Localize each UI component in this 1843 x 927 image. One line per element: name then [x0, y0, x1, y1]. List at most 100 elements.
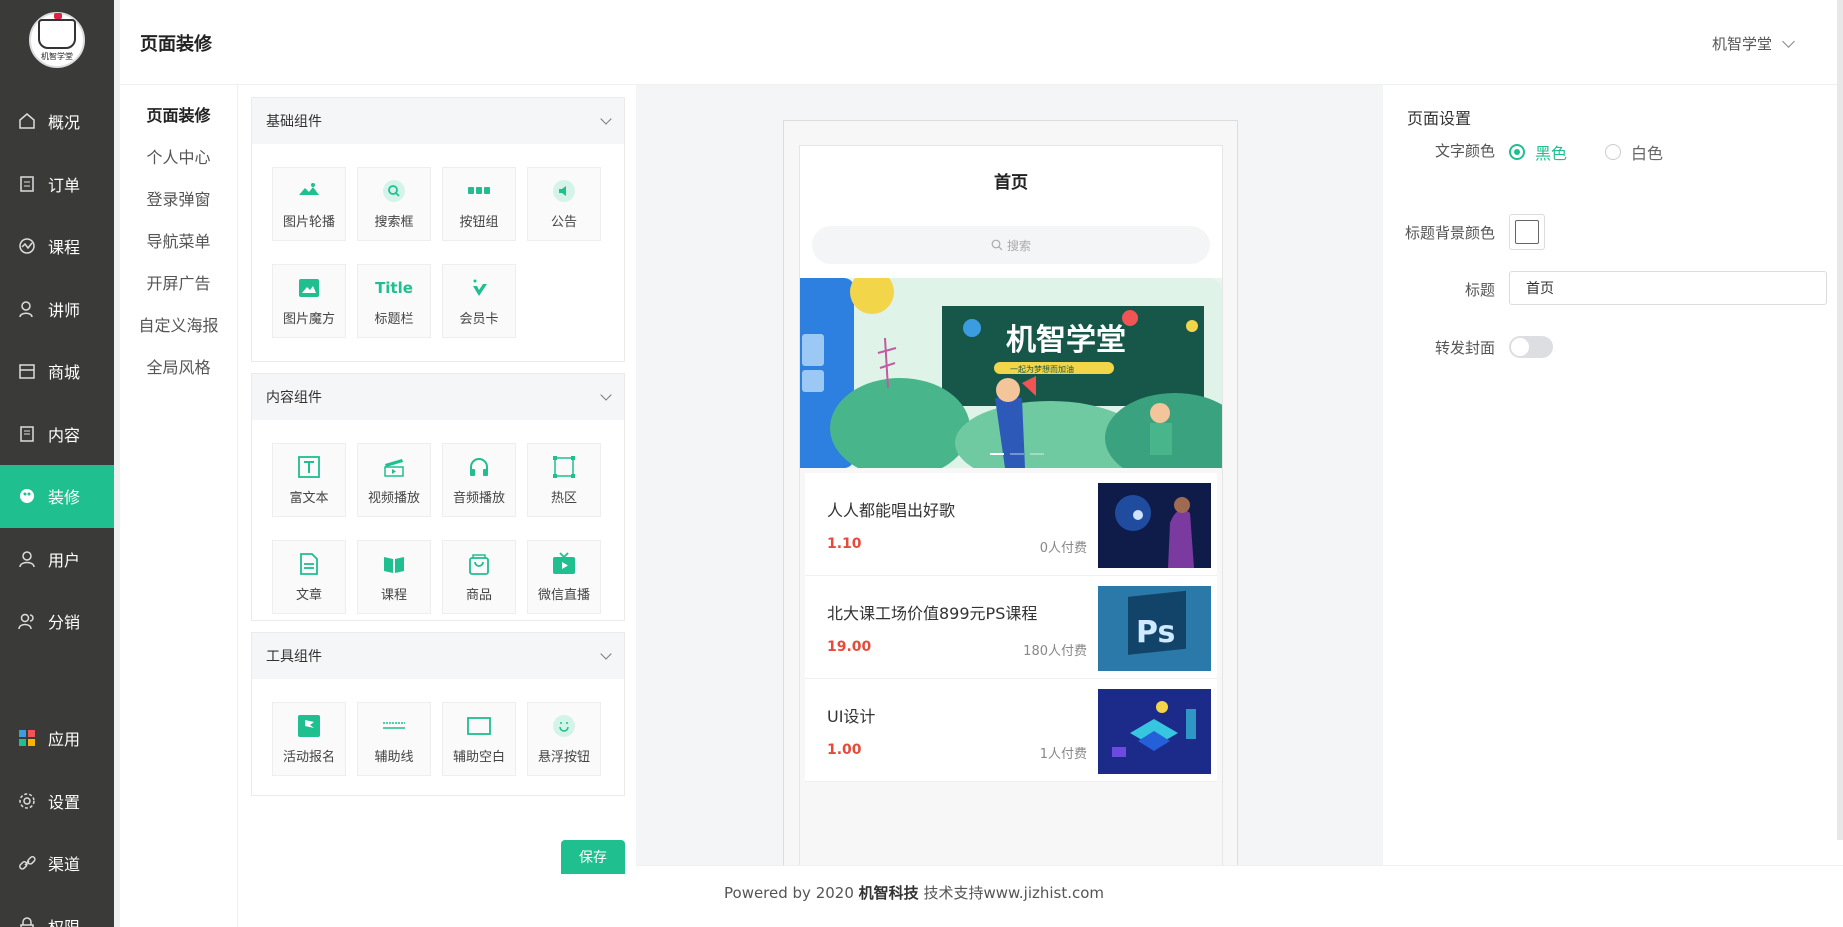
- book-icon: [384, 556, 404, 573]
- course-price: 1.00: [827, 742, 862, 758]
- course-thumbnail-singer: [1098, 483, 1211, 568]
- nav-label: 用户: [48, 550, 81, 570]
- decorate-subnav: 页面装修 个人中心 登录弹窗 导航菜单 开屏广告 自定义海报 全局风格: [120, 85, 238, 927]
- nav-item-channels[interactable]: 渠道: [0, 832, 114, 895]
- nav-label: 权限: [48, 914, 80, 927]
- tile-member-card[interactable]: 会员卡: [442, 264, 516, 338]
- nav-item-courses[interactable]: 课程: [0, 215, 114, 278]
- subnav-splash-ad[interactable]: 开屏广告: [120, 261, 237, 303]
- tile-divider-line[interactable]: 辅助线: [357, 702, 431, 776]
- nav-item-orders[interactable]: 订单: [0, 153, 114, 216]
- course-thumbnail-ui: [1098, 689, 1211, 774]
- group-title: 基础组件: [266, 114, 322, 130]
- crest-icon: [38, 12, 76, 49]
- tile-label: 文章: [295, 587, 322, 603]
- tile-image-cube[interactable]: 图片魔方: [272, 264, 346, 338]
- tile-product[interactable]: 商品: [442, 540, 516, 614]
- tile-label: 课程: [380, 587, 407, 603]
- subnav-custom-poster[interactable]: 自定义海报: [120, 303, 237, 345]
- tile-hotspot[interactable]: 热区: [527, 443, 601, 517]
- page-title: 页面装修: [140, 34, 212, 55]
- page-scrollbar[interactable]: [1837, 0, 1843, 840]
- nav-item-decorate[interactable]: 装修: [0, 465, 114, 528]
- svg-text:Ps: Ps: [1136, 615, 1175, 650]
- tile-label: 公告: [550, 214, 577, 230]
- tile-title-bar[interactable]: Title 标题栏: [357, 264, 431, 338]
- bottom-nav: 应用 设置 渠道 权限: [0, 707, 114, 927]
- user-icon: [19, 551, 35, 567]
- group-header[interactable]: 基础组件: [252, 98, 624, 144]
- share-cover-toggle[interactable]: [1509, 336, 1553, 358]
- nav-item-apps[interactable]: 应用: [0, 707, 114, 770]
- footer: Powered by 2020 机智科技 技术支持www.jizhist.com: [636, 865, 1843, 927]
- top-header: 页面装修 机智学堂: [120, 0, 1843, 85]
- course-name: 北大课工场价值899元PS课程: [827, 604, 1038, 623]
- tile-wechat-live[interactable]: 微信直播: [527, 540, 601, 614]
- nav-item-users[interactable]: 用户: [0, 528, 114, 591]
- subnav-page-decorate[interactable]: 页面装修: [120, 93, 237, 135]
- banner-image: 机智学堂 一起为梦想而加油: [800, 278, 1222, 468]
- component-grid: 图片轮播 搜索框 按钮组 公告 图片魔方 Title 标题栏 会员卡: [252, 144, 624, 338]
- chevron-down-icon: [600, 113, 612, 125]
- course-item[interactable]: UI设计 1.00 1人付费: [805, 679, 1217, 782]
- phone-page-title[interactable]: 首页: [800, 168, 1222, 193]
- subnav-nav-menu[interactable]: 导航菜单: [120, 219, 237, 261]
- nav-item-permissions[interactable]: 权限: [0, 895, 114, 927]
- home-icon: [19, 113, 35, 129]
- tile-video[interactable]: 视频播放: [357, 443, 431, 517]
- nav-item-shop[interactable]: 商城: [0, 340, 114, 403]
- tile-course[interactable]: 课程: [357, 540, 431, 614]
- nav-item-settings[interactable]: 设置: [0, 770, 114, 833]
- tile-label: 按钮组: [459, 214, 499, 230]
- save-button[interactable]: 保存: [561, 840, 625, 874]
- title-input[interactable]: [1509, 271, 1827, 305]
- course-item[interactable]: 人人都能唱出好歌 1.10 0人付费: [805, 473, 1217, 576]
- title-bg-color-picker[interactable]: [1509, 214, 1545, 250]
- tile-button-group[interactable]: 按钮组: [442, 167, 516, 241]
- shop-icon: [19, 364, 35, 379]
- group-title: 工具组件: [266, 649, 322, 665]
- text-color-white-radio[interactable]: 白色: [1605, 140, 1663, 164]
- group-header[interactable]: 内容组件: [252, 374, 624, 420]
- nav-label: 课程: [48, 238, 81, 258]
- course-item[interactable]: 北大课工场价值899元PS课程 19.00 180人付费 Ps: [805, 576, 1217, 679]
- footer-brand: 机智科技: [858, 884, 919, 902]
- footer-text: Powered by 2020 机智科技 技术支持www.jizhist.com: [724, 882, 1104, 903]
- nav-item-teachers[interactable]: 讲师: [0, 278, 114, 341]
- tile-label: 热区: [550, 490, 577, 506]
- tile-search-box[interactable]: 搜索框: [357, 167, 431, 241]
- tile-label: 悬浮按钮: [537, 749, 590, 765]
- banner-carousel[interactable]: 机智学堂 一起为梦想而加油: [800, 278, 1222, 468]
- course-paid-count: 1人付费: [1039, 747, 1087, 762]
- nav-label: 应用: [48, 730, 81, 750]
- brand-logo[interactable]: 机智学堂: [29, 12, 85, 68]
- user-menu[interactable]: 机智学堂: [1712, 33, 1795, 54]
- tile-article[interactable]: 文章: [272, 540, 346, 614]
- group-title: 内容组件: [266, 390, 322, 406]
- image-icon: [299, 278, 319, 297]
- course-icon: [19, 238, 35, 254]
- tile-label: 辅助空白: [452, 749, 505, 765]
- tile-float-button[interactable]: 悬浮按钮: [527, 702, 601, 776]
- tile-audio[interactable]: 音频播放: [442, 443, 516, 517]
- tile-label: 标题栏: [374, 311, 414, 327]
- tile-blank-space[interactable]: 辅助空白: [442, 702, 516, 776]
- course-paid-count: 0人付费: [1039, 541, 1087, 556]
- tile-rich-text[interactable]: 富文本: [272, 443, 346, 517]
- subnav-global-style[interactable]: 全局风格: [120, 345, 237, 387]
- tile-image-carousel[interactable]: 图片轮播: [272, 167, 346, 241]
- subnav-login-popup[interactable]: 登录弹窗: [120, 177, 237, 219]
- tile-label: 富文本: [289, 490, 329, 506]
- tile-label: 图片轮播: [282, 214, 335, 230]
- nav-item-content[interactable]: 内容: [0, 403, 114, 466]
- nav-item-distribution[interactable]: 分销: [0, 590, 114, 653]
- article-icon: [300, 552, 318, 575]
- subnav-personal-center[interactable]: 个人中心: [120, 135, 237, 177]
- tile-notice[interactable]: 公告: [527, 167, 601, 241]
- text-color-black-radio[interactable]: 黑色: [1509, 140, 1567, 164]
- phone-search-box[interactable]: 搜索: [812, 226, 1210, 264]
- nav-item-overview[interactable]: 概况: [0, 90, 114, 153]
- group-header[interactable]: 工具组件: [252, 633, 624, 679]
- hotspot-icon: [553, 455, 575, 478]
- tile-event-signup[interactable]: 活动报名: [272, 702, 346, 776]
